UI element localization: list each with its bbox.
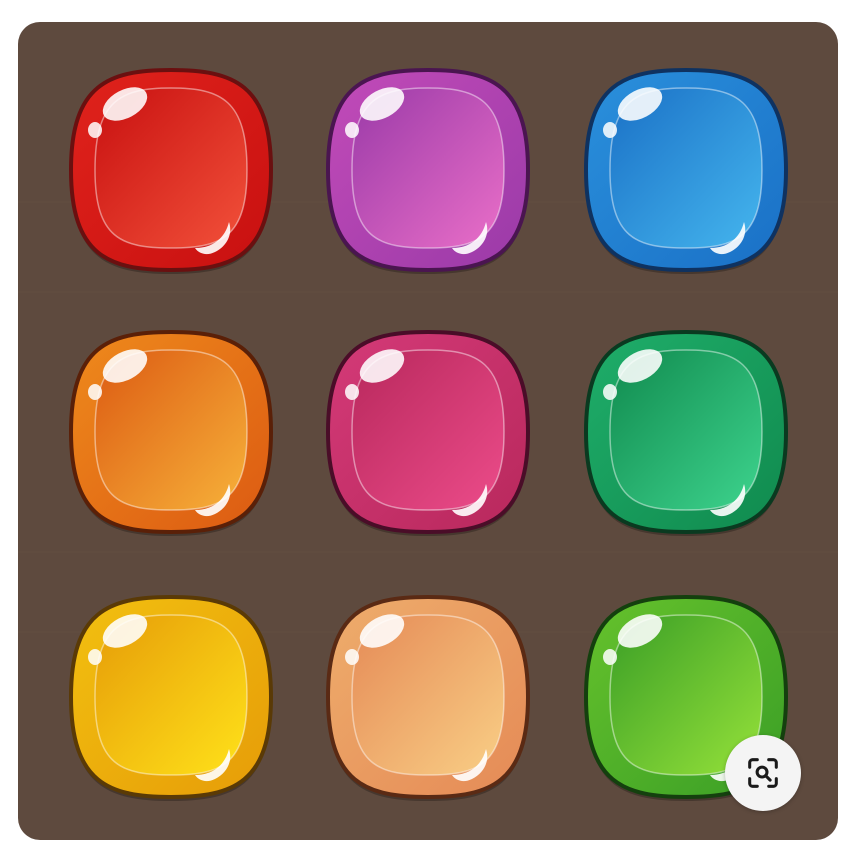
gem-highlight-dot xyxy=(345,122,359,138)
gem-red-shape xyxy=(68,67,274,274)
gem-board xyxy=(18,22,838,840)
gem-blue-shape xyxy=(583,67,789,274)
gem-blue[interactable] xyxy=(578,62,794,278)
page xyxy=(0,0,851,862)
gem-green[interactable] xyxy=(578,324,794,540)
gem-highlight-dot xyxy=(88,122,102,138)
gem-highlight-dot xyxy=(88,384,102,400)
gem-red[interactable] xyxy=(63,62,279,278)
lens-search-icon xyxy=(748,758,778,788)
gem-peach[interactable] xyxy=(320,589,536,805)
gem-purple[interactable] xyxy=(320,62,536,278)
gem-highlight-dot xyxy=(603,122,617,138)
gem-yellow-shape xyxy=(68,594,274,801)
gem-orange-shape xyxy=(68,329,274,536)
gem-yellow[interactable] xyxy=(63,589,279,805)
gem-peach-shape xyxy=(325,594,531,801)
gem-highlight-dot xyxy=(603,384,617,400)
gem-highlight-dot xyxy=(345,384,359,400)
gem-green-shape xyxy=(583,329,789,536)
gem-highlight-dot xyxy=(88,649,102,665)
gem-magenta-shape xyxy=(325,329,531,536)
gem-grid xyxy=(18,22,838,840)
visual-search-button[interactable] xyxy=(725,735,801,811)
gem-magenta[interactable] xyxy=(320,324,536,540)
gem-highlight-dot xyxy=(603,649,617,665)
gem-highlight-dot xyxy=(345,649,359,665)
gem-purple-shape xyxy=(325,67,531,274)
gem-orange[interactable] xyxy=(63,324,279,540)
